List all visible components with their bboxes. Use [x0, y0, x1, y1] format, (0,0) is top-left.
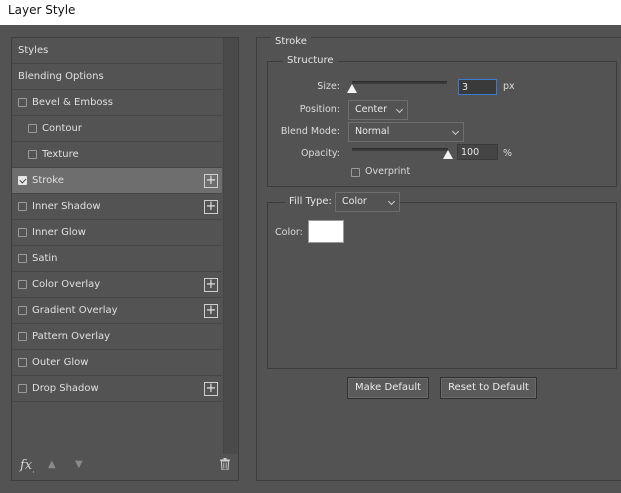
- fill-type-select[interactable]: Color: [335, 192, 400, 212]
- chevron-down-icon: [451, 127, 460, 136]
- make-default-button[interactable]: Make Default: [347, 377, 429, 399]
- sidebar-item-label: Contour: [42, 123, 82, 134]
- blend-mode-label: Blend Mode:: [280, 126, 340, 137]
- sidebar-item-label: Bevel & Emboss: [32, 97, 113, 108]
- sidebar-item-label: Inner Glow: [32, 227, 86, 238]
- sidebar-item-texture[interactable]: Texture: [12, 142, 222, 168]
- opacity-slider-thumb[interactable]: [443, 150, 453, 159]
- fill-type-value: Color: [342, 196, 367, 207]
- move-down-icon[interactable]: ▼: [75, 459, 83, 470]
- size-slider-thumb[interactable]: [347, 84, 357, 93]
- chevron-down-icon: [395, 105, 404, 114]
- blend-mode-select[interactable]: Normal: [348, 122, 464, 142]
- sidebar-item-color-overlay[interactable]: Color Overlay +: [12, 272, 222, 298]
- overprint-checkbox[interactable]: [351, 168, 360, 177]
- stroke-settings-panel: Stroke Structure Size: 3 px Position: Ce…: [256, 36, 621, 481]
- opacity-slider[interactable]: [352, 148, 448, 151]
- inner-glow-checkbox[interactable]: [18, 228, 27, 237]
- position-label: Position:: [299, 104, 340, 115]
- opacity-label: Opacity:: [300, 148, 340, 159]
- sidebar-item-outer-glow[interactable]: Outer Glow: [12, 350, 222, 376]
- sidebar-item-label: Drop Shadow: [32, 383, 99, 394]
- drop-shadow-checkbox[interactable]: [18, 384, 27, 393]
- add-gradient-overlay-icon[interactable]: +: [204, 304, 218, 318]
- texture-checkbox[interactable]: [28, 150, 37, 159]
- stroke-section-title: Stroke: [271, 36, 311, 47]
- overprint-label: Overprint: [365, 166, 411, 177]
- reset-to-default-button[interactable]: Reset to Default: [440, 377, 537, 399]
- move-up-icon[interactable]: ▲: [48, 459, 56, 470]
- size-label: Size:: [317, 81, 340, 92]
- sidebar-item-stroke[interactable]: Stroke +: [12, 168, 222, 194]
- structure-title: Structure: [283, 55, 338, 66]
- sidebar-item-label: Stroke: [32, 175, 64, 186]
- opacity-input[interactable]: 100: [457, 144, 498, 160]
- fx-button[interactable]: fx.: [20, 458, 35, 475]
- sidebar-item-satin[interactable]: Satin: [12, 246, 222, 272]
- styles-footer: fx. ▲ ▼: [12, 452, 238, 480]
- add-stroke-icon[interactable]: +: [204, 174, 218, 188]
- sidebar-item-label: Blending Options: [18, 71, 104, 82]
- sidebar-item-inner-glow[interactable]: Inner Glow: [12, 220, 222, 246]
- sidebar-item-label: Satin: [32, 253, 58, 264]
- opacity-unit: %: [503, 148, 513, 159]
- bevel-and-emboss-checkbox[interactable]: [18, 98, 27, 107]
- stroke-color-swatch[interactable]: [308, 220, 344, 243]
- satin-checkbox[interactable]: [18, 254, 27, 263]
- sidebar-item-contour[interactable]: Contour: [12, 116, 222, 142]
- sidebar-item-pattern-overlay[interactable]: Pattern Overlay: [12, 324, 222, 350]
- sidebar-item-label: Outer Glow: [32, 357, 89, 368]
- sidebar-item-label: Color Overlay: [32, 279, 101, 290]
- inner-shadow-checkbox[interactable]: [18, 202, 27, 211]
- size-unit: px: [503, 81, 515, 92]
- color-label: Color:: [275, 227, 303, 238]
- sidebar-item-gradient-overlay[interactable]: Gradient Overlay +: [12, 298, 222, 324]
- outer-glow-checkbox[interactable]: [18, 358, 27, 367]
- sidebar-item-blending-options[interactable]: Blending Options: [12, 64, 222, 90]
- gradient-overlay-checkbox[interactable]: [18, 306, 27, 315]
- sidebar-item-inner-shadow[interactable]: Inner Shadow +: [12, 194, 222, 220]
- sidebar-item-label: Pattern Overlay: [32, 331, 111, 342]
- blend-mode-value: Normal: [355, 126, 390, 137]
- pattern-overlay-checkbox[interactable]: [18, 332, 27, 341]
- sidebar-item-styles[interactable]: Styles: [12, 38, 222, 64]
- styles-scrollbar[interactable]: [223, 38, 238, 454]
- sidebar-item-label: Inner Shadow: [32, 201, 101, 212]
- add-inner-shadow-icon[interactable]: +: [204, 200, 218, 214]
- trash-icon[interactable]: [220, 458, 230, 470]
- sidebar-item-label: Gradient Overlay: [32, 305, 118, 316]
- position-value: Center: [355, 104, 387, 115]
- sidebar-item-label: Texture: [42, 149, 79, 160]
- window-titlebar: Layer Style: [0, 0, 621, 25]
- contour-checkbox[interactable]: [28, 124, 37, 133]
- chevron-down-icon: [387, 197, 396, 206]
- position-select[interactable]: Center: [348, 100, 408, 120]
- window-title: Layer Style: [8, 3, 76, 17]
- add-color-overlay-icon[interactable]: +: [204, 278, 218, 292]
- sidebar-item-drop-shadow[interactable]: Drop Shadow +: [12, 376, 222, 402]
- styles-panel: Styles Blending Options Bevel & Emboss Cont…: [11, 37, 239, 481]
- size-slider[interactable]: [352, 81, 447, 84]
- styles-list: Styles Blending Options Bevel & Emboss Cont…: [12, 38, 222, 402]
- sidebar-item-bevel-and-emboss[interactable]: Bevel & Emboss: [12, 90, 222, 116]
- color-overlay-checkbox[interactable]: [18, 280, 27, 289]
- fill-type-label: Fill Type:: [285, 196, 336, 207]
- add-drop-shadow-icon[interactable]: +: [204, 382, 218, 396]
- stroke-checkbox[interactable]: [18, 176, 27, 185]
- size-input[interactable]: 3: [458, 79, 497, 95]
- sidebar-item-label: Styles: [18, 45, 49, 56]
